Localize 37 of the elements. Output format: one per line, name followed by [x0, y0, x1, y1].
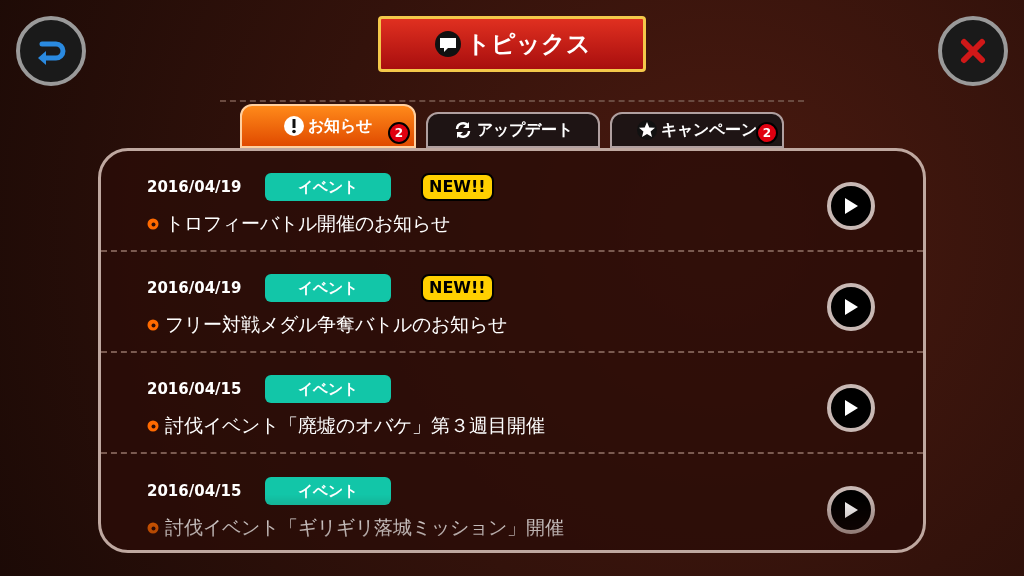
tab[interactable]: アップデート — [426, 112, 600, 148]
topic-title: トロフィーバトル開催のお知らせ — [165, 211, 450, 237]
close-icon — [959, 37, 987, 65]
swirl-icon — [147, 318, 159, 331]
play-icon — [843, 297, 859, 316]
date: 2016/04/19 — [147, 278, 243, 299]
play-icon — [843, 500, 859, 519]
category-tag: イベント — [265, 173, 391, 202]
open-topic-button[interactable] — [827, 282, 875, 331]
category-tag: イベント — [265, 274, 391, 303]
play-icon — [843, 398, 859, 417]
topic-title: フリー対戦メダル争奪バトルのお知らせ — [165, 312, 507, 338]
play-icon — [843, 196, 859, 215]
tab[interactable]: キャンペーン 2 — [610, 112, 784, 148]
count-badge: 2 — [388, 122, 410, 144]
swirl-icon — [147, 419, 159, 432]
window-title: トピックス — [465, 29, 591, 60]
exclamation-icon — [284, 116, 304, 136]
category-tag: イベント — [265, 375, 391, 404]
date: 2016/04/19 — [147, 177, 243, 198]
refresh-icon — [453, 120, 473, 140]
count-badge: 2 — [756, 122, 778, 144]
tab[interactable]: お知らせ 2 — [240, 104, 416, 148]
date: 2016/04/15 — [147, 481, 243, 502]
swirl-icon — [147, 217, 159, 230]
open-topic-button[interactable] — [827, 181, 875, 230]
new-badge: NEW!! — [421, 173, 494, 202]
swirl-icon — [147, 521, 159, 534]
topic-title: 討伐イベント「廃墟のオバケ」第３週目開催 — [165, 413, 545, 439]
speech-bubble-icon — [433, 30, 462, 58]
category-tag: イベント — [265, 477, 391, 506]
topic-title: 討伐イベント「ギリギリ落城ミッション」開催 — [165, 515, 564, 541]
open-topic-button[interactable] — [827, 383, 875, 432]
date: 2016/04/15 — [147, 379, 243, 400]
open-topic-button[interactable] — [827, 485, 875, 534]
star-icon — [637, 120, 657, 140]
new-badge: NEW!! — [421, 274, 494, 303]
